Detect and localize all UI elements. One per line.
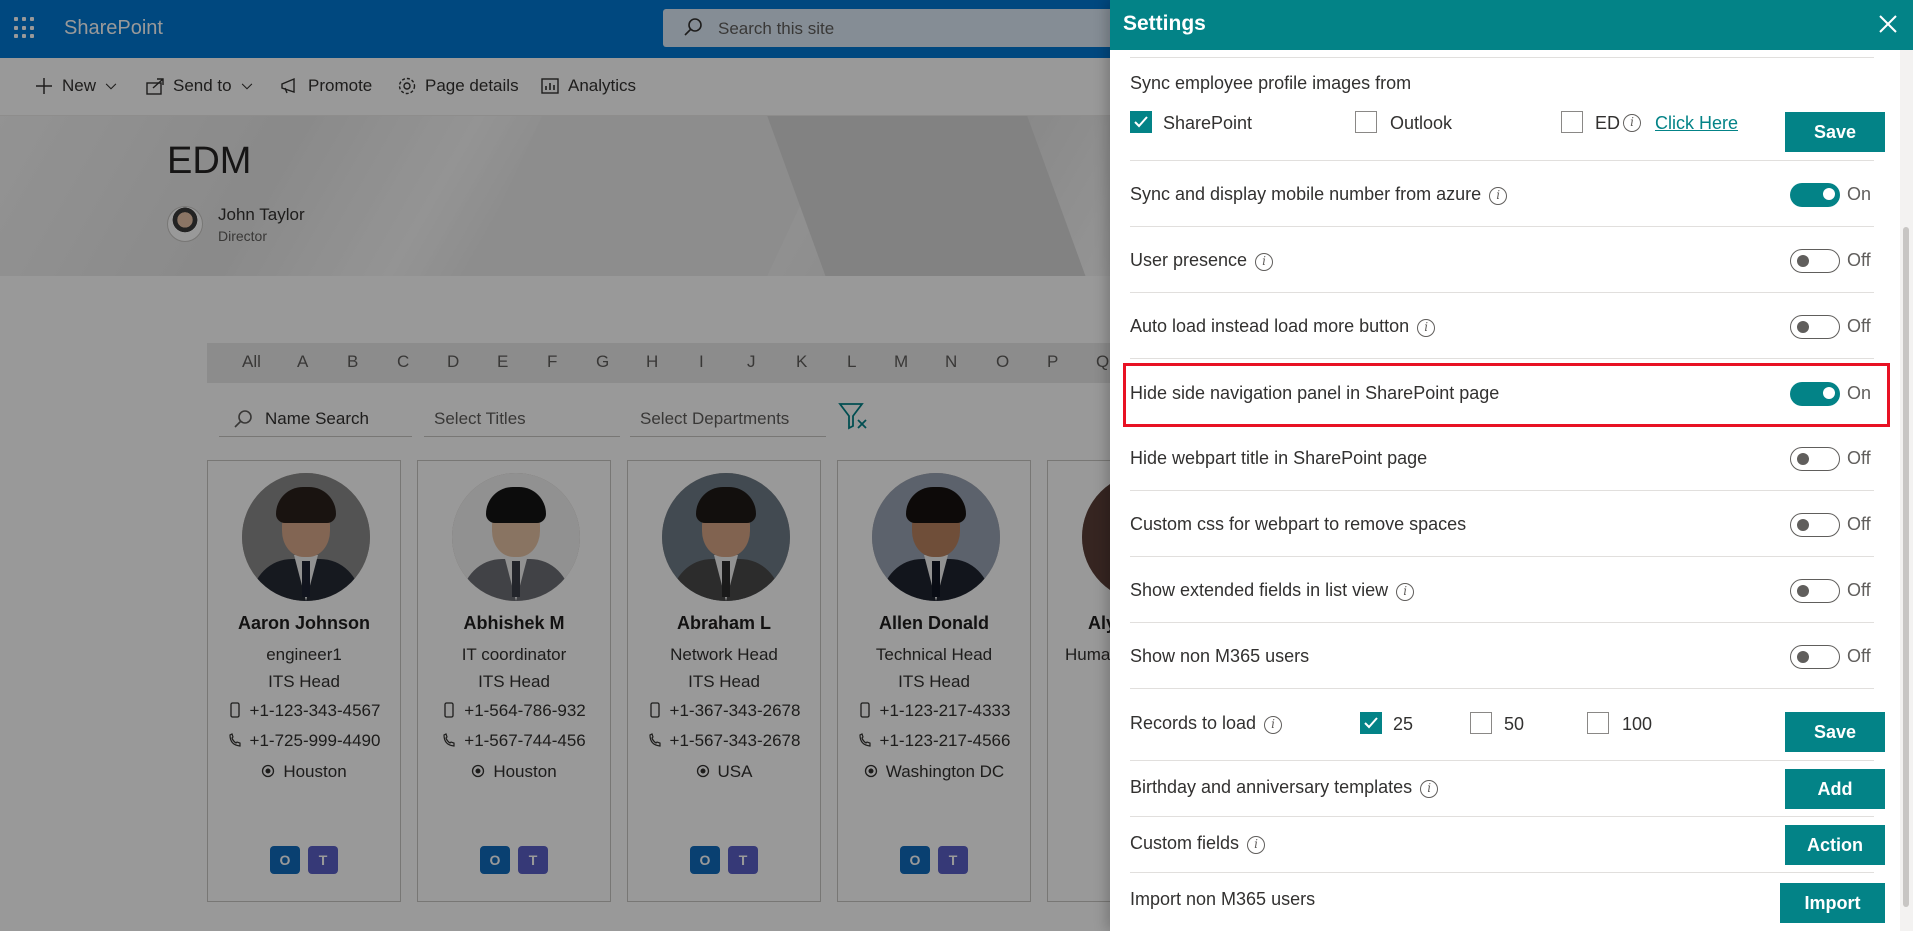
scrollbar-thumb[interactable] <box>1903 227 1909 907</box>
setting-label-text: User presence <box>1130 250 1248 270</box>
records-50-label: 50 <box>1504 714 1525 734</box>
settings-title: Settings <box>1123 12 1206 35</box>
records-25-checkbox[interactable] <box>1360 712 1382 734</box>
setting-label: Records to load i <box>1130 713 1283 734</box>
settings-header: Settings <box>1110 0 1913 50</box>
settings-scrollbar[interactable] <box>1900 50 1913 931</box>
sync-images-row: Sync employee profile images from ShareP… <box>1130 57 1885 161</box>
setting-row-non-m365: Show non M365 users Off <box>1130 623 1874 689</box>
toggle-state-text: Off <box>1847 316 1871 336</box>
hide-webpart-title-toggle[interactable] <box>1790 447 1840 471</box>
setting-label: User presence i <box>1130 250 1274 271</box>
checkmark-icon <box>1364 717 1378 729</box>
info-icon[interactable]: i <box>1247 836 1266 854</box>
ed-checkbox[interactable] <box>1561 111 1583 133</box>
setting-row-extended-fields: Show extended fields in list view i Off <box>1130 557 1874 623</box>
setting-label: Hide webpart title in SharePoint page <box>1130 448 1428 468</box>
info-icon[interactable]: i <box>1489 187 1508 205</box>
custom-fields-action-button[interactable]: Action <box>1785 825 1885 865</box>
outlook-checkbox[interactable] <box>1355 111 1377 133</box>
setting-label-text: Records to load <box>1130 713 1257 733</box>
sharepoint-checkbox[interactable] <box>1130 111 1152 133</box>
setting-row-sync-mobile: Sync and display mobile number from azur… <box>1130 161 1874 227</box>
toggle-state-text: Off <box>1847 448 1871 468</box>
setting-label: Sync and display mobile number from azur… <box>1130 184 1508 205</box>
info-icon[interactable]: i <box>1623 114 1641 132</box>
setting-label-text: Custom fields <box>1130 833 1240 853</box>
info-icon[interactable]: i <box>1420 780 1439 798</box>
setting-label: Custom css for webpart to remove spaces <box>1130 514 1467 534</box>
setting-row-user-presence: User presence i Off <box>1130 227 1874 293</box>
setting-label: Auto load instead load more button i <box>1130 316 1436 337</box>
click-here-link[interactable]: Click Here <box>1655 113 1738 134</box>
info-icon[interactable]: i <box>1396 583 1415 601</box>
setting-row-custom-css: Custom css for webpart to remove spaces … <box>1130 491 1874 557</box>
setting-row-hide-webpart-title: Hide webpart title in SharePoint page Of… <box>1130 425 1874 491</box>
settings-panel: Settings Sync employee profile images fr… <box>1110 0 1913 931</box>
setting-label: Birthday and anniversary templates i <box>1130 777 1439 798</box>
import-button[interactable]: Import <box>1780 883 1885 923</box>
setting-label: Import non M365 users <box>1130 889 1316 909</box>
user-presence-toggle[interactable] <box>1790 249 1840 273</box>
birthday-add-button[interactable]: Add <box>1785 769 1885 809</box>
sync-mobile-toggle[interactable] <box>1790 183 1840 207</box>
setting-label-text: Birthday and anniversary templates <box>1130 777 1413 797</box>
toggle-state-text: Off <box>1847 646 1871 666</box>
records-50-checkbox[interactable] <box>1470 712 1492 734</box>
records-to-load-row: Records to load i 25 50 100 Save <box>1130 689 1885 761</box>
toggle-state-text: Off <box>1847 580 1871 600</box>
highlight-box <box>1123 363 1890 427</box>
extended-fields-toggle[interactable] <box>1790 579 1840 603</box>
setting-label: Custom fields i <box>1130 833 1266 854</box>
birthday-templates-row: Birthday and anniversary templates i Add <box>1130 761 1885 817</box>
checkmark-icon <box>1134 116 1148 128</box>
info-icon[interactable]: i <box>1255 253 1274 271</box>
setting-label: Show non M365 users <box>1130 646 1310 666</box>
records-save-button[interactable]: Save <box>1785 712 1885 752</box>
ed-option-label: ED <box>1595 113 1621 133</box>
sharepoint-option-label: SharePoint <box>1163 113 1253 133</box>
info-icon[interactable]: i <box>1417 319 1436 337</box>
custom-fields-row: Custom fields i Action <box>1130 817 1885 873</box>
setting-label-text: Auto load instead load more button <box>1130 316 1410 336</box>
setting-label-text: Sync and display mobile number from azur… <box>1130 184 1482 204</box>
info-icon[interactable]: i <box>1264 716 1283 734</box>
non-m365-toggle[interactable] <box>1790 645 1840 669</box>
toggle-state-text: On <box>1847 184 1872 204</box>
custom-css-toggle[interactable] <box>1790 513 1840 537</box>
setting-label: Show extended fields in list view i <box>1130 580 1415 601</box>
toggle-state-text: Off <box>1847 514 1871 534</box>
sync-images-save-button[interactable]: Save <box>1785 112 1885 152</box>
close-icon[interactable] <box>1876 12 1900 36</box>
toggle-state-text: Off <box>1847 250 1871 270</box>
outlook-option-label: Outlook <box>1390 113 1453 133</box>
records-100-checkbox[interactable] <box>1587 712 1609 734</box>
setting-row-auto-load: Auto load instead load more button i Off <box>1130 293 1874 359</box>
records-100-label: 100 <box>1622 714 1653 734</box>
records-25-label: 25 <box>1393 714 1414 734</box>
sync-images-label: Sync employee profile images from <box>1130 73 1412 93</box>
setting-label-text: Show extended fields in list view <box>1130 580 1389 600</box>
page-overlay[interactable] <box>0 0 1110 931</box>
auto-load-toggle[interactable] <box>1790 315 1840 339</box>
import-users-row: Import non M365 users Import <box>1130 873 1885 931</box>
